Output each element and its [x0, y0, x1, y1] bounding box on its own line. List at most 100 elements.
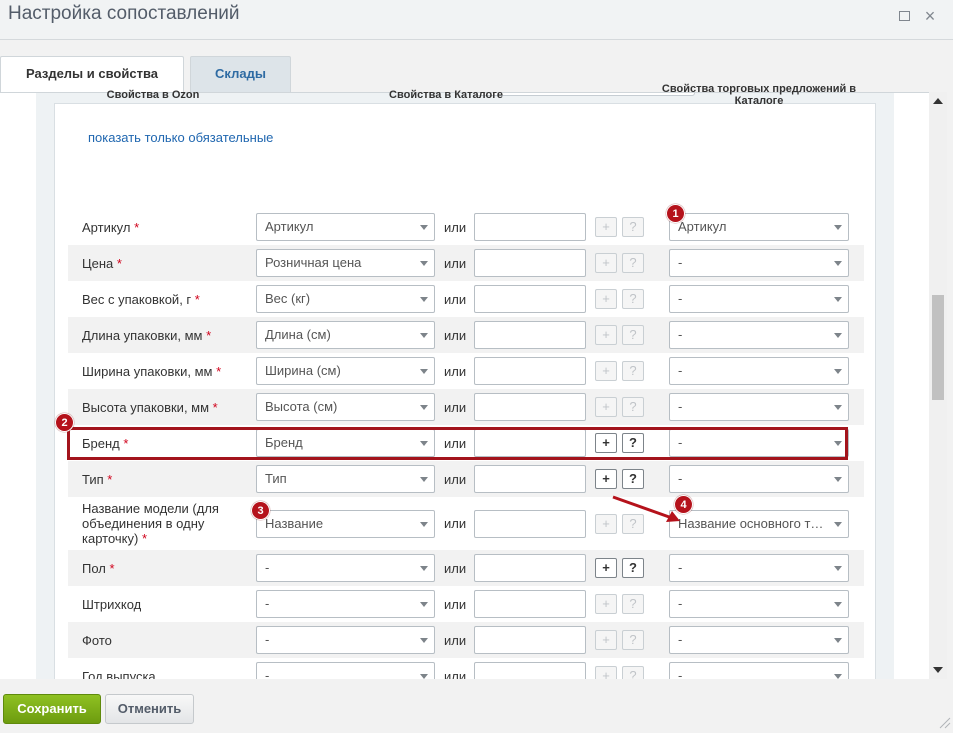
catalog-select-value: - — [265, 668, 270, 679]
catalog-property-select[interactable]: Розничная цена — [256, 249, 435, 277]
custom-property-input[interactable] — [474, 662, 586, 679]
add-property-button[interactable]: + — [595, 325, 617, 345]
offer-property-select[interactable]: - — [669, 357, 849, 385]
help-button[interactable]: ? — [622, 630, 644, 650]
ozon-property-label: Вес с упаковкой, г * — [82, 292, 200, 307]
help-button[interactable]: ? — [622, 217, 644, 237]
add-property-button[interactable]: + — [595, 433, 617, 453]
offer-property-select[interactable]: Артикул — [669, 213, 849, 241]
add-property-button[interactable]: + — [595, 397, 617, 417]
custom-property-input[interactable] — [474, 590, 586, 618]
custom-property-input[interactable] — [474, 510, 586, 538]
offer-property-select[interactable]: - — [669, 285, 849, 313]
catalog-property-select[interactable]: Высота (см) — [256, 393, 435, 421]
catalog-property-select[interactable]: Длина (см) — [256, 321, 435, 349]
custom-property-input[interactable] — [474, 357, 586, 385]
catalog-property-select[interactable]: - — [256, 662, 435, 679]
offer-property-select[interactable]: - — [669, 465, 849, 493]
custom-property-input[interactable] — [474, 249, 586, 277]
offer-select-value: Артикул — [678, 219, 727, 234]
offer-property-select[interactable]: - — [669, 590, 849, 618]
help-button[interactable]: ? — [622, 397, 644, 417]
offer-property-select[interactable]: - — [669, 626, 849, 654]
offer-select-value: - — [678, 291, 683, 306]
help-button[interactable]: ? — [622, 289, 644, 309]
scroll-down-icon[interactable] — [933, 667, 943, 673]
custom-property-input[interactable] — [474, 285, 586, 313]
add-property-button[interactable]: + — [595, 630, 617, 650]
chevron-down-icon — [834, 638, 842, 643]
offer-property-select[interactable]: Название основного т… — [669, 510, 849, 538]
annotation-badge-2: 2 — [55, 413, 74, 432]
show-required-link[interactable]: показать только обязательные — [88, 130, 273, 145]
custom-property-input[interactable] — [474, 626, 586, 654]
catalog-property-select[interactable]: Ширина (см) — [256, 357, 435, 385]
offer-select-value: - — [678, 560, 683, 575]
help-button[interactable]: ? — [622, 558, 644, 578]
catalog-property-select[interactable]: Тип — [256, 465, 435, 493]
add-property-button[interactable]: + — [595, 594, 617, 614]
catalog-property-select[interactable]: Бренд — [256, 429, 435, 457]
required-asterisk: * — [134, 220, 140, 235]
cancel-button[interactable]: Отменить — [105, 694, 194, 724]
or-label: или — [444, 328, 467, 343]
save-button[interactable]: Сохранить — [3, 694, 101, 724]
ozon-property-name: Высота упаковки, мм — [82, 400, 210, 415]
help-button[interactable]: ? — [622, 433, 644, 453]
chevron-down-icon — [420, 477, 428, 482]
catalog-property-select[interactable]: Вес (кг) — [256, 285, 435, 313]
custom-property-input[interactable] — [474, 554, 586, 582]
offer-property-select[interactable]: - — [669, 429, 849, 457]
catalog-select-value: Артикул — [265, 219, 314, 234]
vertical-scrollbar[interactable] — [929, 92, 947, 679]
add-property-button[interactable]: + — [595, 558, 617, 578]
chevron-down-icon — [420, 369, 428, 374]
mapping-row: Цена * Розничная цена или +? - — [68, 245, 864, 281]
chevron-down-icon — [420, 261, 428, 266]
custom-property-input[interactable] — [474, 465, 586, 493]
catalog-property-select[interactable]: - — [256, 554, 435, 582]
add-property-button[interactable]: + — [595, 217, 617, 237]
offer-select-value: - — [678, 255, 683, 270]
scroll-thumb[interactable] — [932, 295, 944, 400]
mapping-row: Пол * - или +? - — [68, 550, 864, 586]
custom-property-input[interactable] — [474, 393, 586, 421]
catalog-property-select[interactable]: Название — [256, 510, 435, 538]
offer-property-select[interactable]: - — [669, 554, 849, 582]
mapping-row: Фото - или +? - — [68, 622, 864, 658]
add-property-button[interactable]: + — [595, 361, 617, 381]
add-property-button[interactable]: + — [595, 253, 617, 273]
help-button[interactable]: ? — [622, 253, 644, 273]
ozon-property-label: Цена * — [82, 256, 122, 271]
offer-property-select[interactable]: - — [669, 662, 849, 679]
help-button[interactable]: ? — [622, 594, 644, 614]
help-button[interactable]: ? — [622, 361, 644, 381]
catalog-property-select[interactable]: Артикул — [256, 213, 435, 241]
add-property-button[interactable]: + — [595, 666, 617, 679]
ozon-property-name: Бренд — [82, 436, 120, 451]
scroll-up-icon[interactable] — [933, 98, 943, 104]
ozon-property-name: Пол — [82, 561, 106, 576]
catalog-property-select[interactable]: - — [256, 590, 435, 618]
catalog-select-value: - — [265, 560, 270, 575]
add-property-button[interactable]: + — [595, 469, 617, 489]
annotation-badge-4: 4 — [674, 495, 693, 514]
custom-property-input[interactable] — [474, 429, 586, 457]
help-button[interactable]: ? — [622, 325, 644, 345]
chevron-down-icon — [834, 261, 842, 266]
offer-property-select[interactable]: - — [669, 321, 849, 349]
offer-select-value: - — [678, 471, 683, 486]
ozon-property-name: Длина упаковки, мм — [82, 328, 203, 343]
ozon-property-label: Артикул * — [82, 220, 139, 235]
add-property-button[interactable]: + — [595, 289, 617, 309]
offer-property-select[interactable]: - — [669, 249, 849, 277]
catalog-select-value: Длина (см) — [265, 327, 331, 342]
offer-property-select[interactable]: - — [669, 393, 849, 421]
catalog-property-select[interactable]: - — [256, 626, 435, 654]
resize-grip-icon[interactable] — [937, 715, 951, 729]
custom-property-input[interactable] — [474, 321, 586, 349]
custom-property-input[interactable] — [474, 213, 586, 241]
help-button[interactable]: ? — [622, 666, 644, 679]
help-button[interactable]: ? — [622, 469, 644, 489]
required-asterisk: * — [206, 328, 212, 343]
